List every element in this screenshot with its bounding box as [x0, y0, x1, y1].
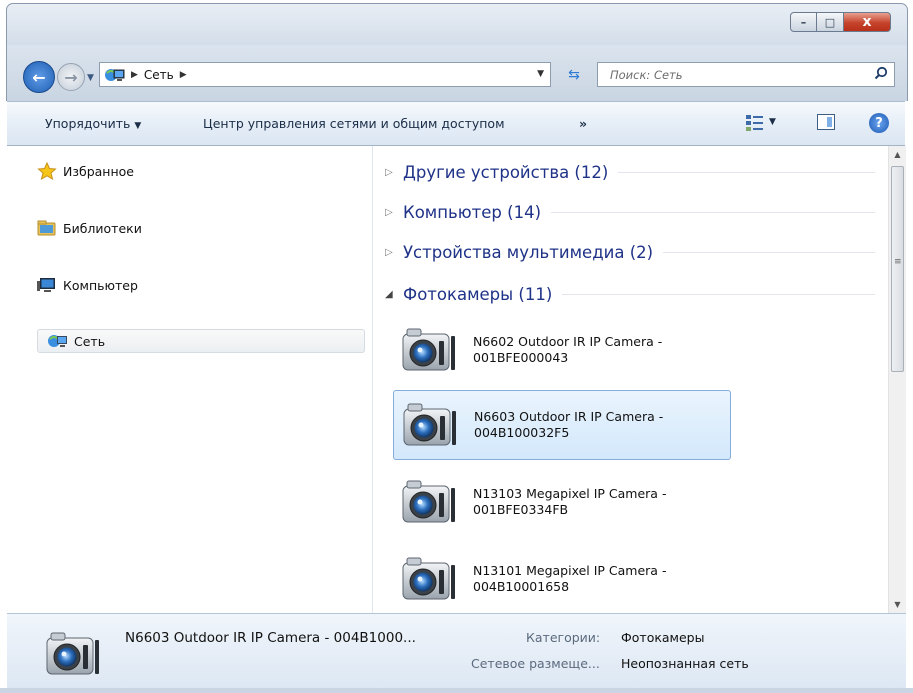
refresh-button[interactable]: ⇆ [557, 62, 591, 87]
more-commands-button[interactable]: » [579, 116, 587, 131]
breadcrumb-separator[interactable]: ▶ [180, 70, 187, 80]
details-pane: N6603 Outdoor IR IP Camera - 004B1000...… [7, 613, 906, 688]
organize-label: Упорядочить [45, 116, 131, 131]
search-box[interactable] [597, 62, 895, 87]
details-category-value: Фотокамеры [621, 630, 705, 645]
nav-item-libraries[interactable]: Библиотеки [37, 216, 357, 240]
search-input[interactable] [608, 67, 862, 83]
title-bar[interactable]: – □ x [6, 3, 908, 46]
details-location-value: Неопознанная сеть [621, 656, 749, 671]
change-view-button[interactable]: ▼ [745, 114, 779, 134]
address-dropdown[interactable]: ▼ [537, 69, 544, 79]
arrow-right-icon: → [64, 67, 78, 87]
maximize-button[interactable]: □ [817, 12, 844, 32]
preview-pane-button[interactable] [817, 114, 835, 130]
device-label: N13101 Megapixel IP Camera -004B10001658 [473, 563, 667, 594]
scroll-down-icon[interactable]: ▼ [889, 596, 906, 613]
group-label: Фотокамеры (11) [403, 284, 553, 304]
camera-icon [397, 324, 457, 376]
libraries-icon [37, 219, 57, 237]
group-cameras[interactable]: ◢ Фотокамеры (11) [385, 281, 875, 307]
breadcrumb-network[interactable]: Сеть [144, 68, 174, 82]
computer-icon [37, 276, 57, 294]
explorer-window: – □ x ← → ▼ ▶ Сеть ▶ ▼ ⇆ Поиск: Сеть Упо… [0, 0, 913, 693]
address-row: ← → ▼ ▶ Сеть ▶ ▼ ⇆ [6, 45, 908, 101]
network-center-button[interactable]: Центр управления сетями и общим доступом [203, 116, 505, 131]
arrow-left-icon: ← [32, 67, 46, 87]
device-label: N13103 Megapixel IP Camera -001BFE0334FB [473, 486, 667, 517]
star-icon [37, 161, 57, 181]
group-divider [618, 171, 875, 173]
refresh-icon: ⇆ [568, 66, 580, 83]
address-bar[interactable]: ▶ Сеть ▶ ▼ [99, 62, 551, 87]
expand-icon[interactable]: ▷ [385, 207, 395, 218]
device-tile[interactable]: N13103 Megapixel IP Camera -001BFE0334FB [393, 467, 731, 537]
command-bar: Упорядочить ▼ Центр управления сетями и о… [7, 101, 905, 146]
nav-item-network[interactable]: Сеть [37, 329, 365, 353]
minimize-button[interactable]: – [790, 12, 817, 32]
group-divider [562, 293, 875, 295]
network-icon [48, 332, 68, 350]
nav-item-label: Избранное [63, 163, 134, 179]
camera-icon [41, 628, 101, 680]
group-other-devices[interactable]: ▷ Другие устройства (12) [385, 159, 875, 185]
scroll-up-icon[interactable]: ▲ [889, 146, 906, 163]
view-options-icon [746, 115, 763, 131]
nav-item-computer[interactable]: Компьютер [37, 273, 357, 297]
nav-item-favorites[interactable]: Избранное [37, 159, 357, 183]
window-bottom-border [0, 688, 913, 693]
nav-item-label: Библиотеки [63, 220, 142, 236]
collapse-icon[interactable]: ◢ [385, 289, 395, 300]
recent-pages-dropdown[interactable]: ▼ [87, 73, 94, 83]
camera-icon [397, 476, 457, 528]
content-pane: ▷ Другие устройства (12) ▷ Компьютер (14… [373, 146, 887, 613]
group-divider [663, 251, 875, 253]
details-category-key: Категории: [526, 630, 601, 645]
group-computers[interactable]: ▷ Компьютер (14) [385, 199, 875, 225]
chevron-down-icon: ▼ [769, 117, 776, 127]
vertical-scrollbar[interactable]: ▲ ▼ [888, 146, 906, 613]
device-tile-selected[interactable]: N6603 Outdoor IR IP Camera -004B100032F5 [393, 390, 731, 460]
nav-item-label: Компьютер [63, 277, 138, 293]
group-media-devices[interactable]: ▷ Устройства мультимедиа (2) [385, 239, 875, 265]
close-button[interactable]: x [844, 12, 891, 32]
network-icon [105, 67, 125, 83]
navigation-pane: Избранное Библиотеки Компьютер Сеть [7, 146, 373, 613]
device-label: N6603 Outdoor IR IP Camera -004B100032F5 [474, 409, 664, 440]
expand-icon[interactable]: ▷ [385, 247, 395, 258]
organize-button[interactable]: Упорядочить ▼ [45, 116, 141, 131]
device-label: N6602 Outdoor IR IP Camera -001BFE000043 [473, 334, 663, 365]
chevron-down-icon: ▼ [134, 121, 142, 131]
group-label: Другие устройства (12) [403, 162, 609, 182]
camera-icon [398, 399, 458, 451]
search-icon[interactable] [874, 66, 888, 80]
group-label: Компьютер (14) [403, 202, 542, 222]
group-label: Устройства мультимедиа (2) [403, 242, 654, 262]
device-tile[interactable]: N6602 Outdoor IR IP Camera -001BFE000043 [393, 315, 731, 385]
expand-icon[interactable]: ▷ [385, 167, 395, 178]
camera-icon [397, 553, 457, 605]
device-tile[interactable]: N13101 Megapixel IP Camera -004B10001658 [393, 544, 731, 613]
help-button[interactable]: ? [869, 113, 889, 133]
forward-button[interactable]: → [57, 63, 85, 91]
group-divider [551, 211, 875, 213]
scrollbar-thumb[interactable] [891, 166, 904, 372]
window-controls: – □ x [790, 12, 891, 32]
nav-item-label: Сеть [74, 333, 106, 349]
breadcrumb-separator[interactable]: ▶ [131, 70, 138, 80]
back-button[interactable]: ← [23, 61, 55, 93]
details-location-key: Сетевое размеще... [471, 656, 600, 671]
details-device-name: N6603 Outdoor IR IP Camera - 004B1000... [125, 630, 416, 646]
